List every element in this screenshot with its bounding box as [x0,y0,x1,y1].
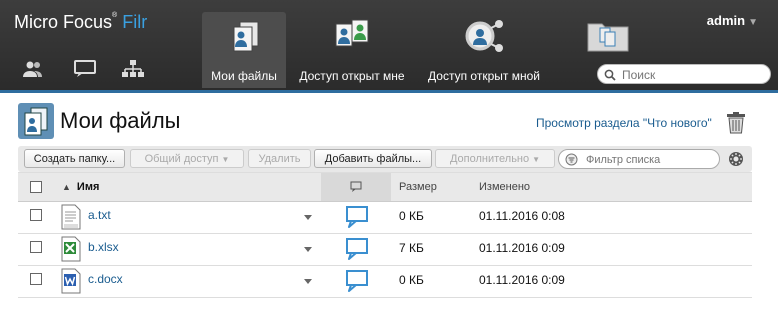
my-files-icon [233,21,259,52]
txt-file-icon [61,204,81,233]
row-checkbox[interactable] [30,241,42,253]
column-header-size[interactable]: Размер [399,173,437,201]
table-row[interactable]: a.txt 0 КБ 01.11.2016 0:08 [18,201,752,234]
comment-icon [350,181,362,192]
tab-shared-by-me[interactable]: Доступ открыт мной [420,12,548,88]
chevron-down-icon: ▼ [221,155,230,164]
top-bar: Micro Focus® Filr Мои файлы Доступ откры… [0,0,778,90]
user-menu[interactable]: admin ▼ [707,13,758,28]
share-button: Общий доступ ▼ [130,149,244,168]
search-icon [604,69,616,81]
search-input[interactable] [620,67,764,83]
whats-new-link[interactable]: Просмотр раздела "Что нового" [536,116,712,130]
chevron-down-icon[interactable] [304,279,312,284]
trash-icon[interactable] [726,112,746,139]
chevron-down-icon: ▼ [748,17,758,28]
file-modified: 01.11.2016 0:09 [479,241,565,255]
user-name: admin [706,13,746,28]
search-box[interactable] [597,64,771,84]
row-checkbox[interactable] [30,273,42,285]
people-icon[interactable] [22,60,44,78]
more-button-label: Дополнительно [449,153,530,165]
share-button-label: Общий доступ [144,153,219,165]
more-button: Дополнительно ▼ [435,149,555,168]
chevron-down-icon[interactable] [304,215,312,220]
comments-icon[interactable] [74,60,96,78]
delete-button: Удалить [248,149,311,168]
chevron-down-icon[interactable] [304,247,312,252]
column-header-comments[interactable] [321,173,391,201]
tab-shared-with-me[interactable]: Доступ открыт мне [292,12,412,88]
gear-icon[interactable] [728,151,744,172]
shared-with-me-icon [335,19,369,47]
file-toolbar: Создать папку... Общий доступ ▼ Удалить Д… [18,146,752,172]
brand-product: Filr [122,12,148,32]
file-name-link[interactable]: a.txt [88,208,111,222]
column-header-modified[interactable]: Изменено [479,173,530,201]
org-chart-icon[interactable] [122,60,144,78]
add-files-button[interactable]: Добавить файлы... [314,149,432,168]
brand-name: Micro Focus [14,12,113,32]
table-row[interactable]: c.docx 0 КБ 01.11.2016 0:09 [18,265,752,298]
row-checkbox[interactable] [30,209,42,221]
brand-logo: Micro Focus® Filr [14,12,147,33]
file-name-link[interactable]: c.docx [88,272,123,286]
filter-input[interactable] [584,153,718,167]
file-name-link[interactable]: b.xlsx [88,240,119,254]
header-divider [0,90,778,93]
page-title: Мои файлы [60,108,181,133]
add-comment-icon[interactable] [346,206,368,231]
tab-my-files[interactable]: Мои файлы [202,12,286,88]
brand-trademark: ® [112,12,118,19]
tab-label: Мои файлы [211,69,277,83]
shared-by-me-icon [465,20,503,52]
file-modified: 01.11.2016 0:08 [479,209,565,223]
select-all-checkbox[interactable] [30,181,42,193]
tab-label: Доступ открыт мне [299,69,405,83]
file-size: 0 КБ [399,273,424,287]
filter-icon [565,153,578,166]
sort-ascending-icon: ▲ [62,182,71,192]
tab-label: Доступ открыт мной [428,69,540,83]
xlsx-file-icon [61,236,81,265]
add-comment-icon[interactable] [346,238,368,263]
docx-file-icon [61,268,81,297]
table-row[interactable]: b.xlsx 7 КБ 01.11.2016 0:09 [18,233,752,266]
net-folders-icon [587,23,629,52]
chevron-down-icon: ▼ [532,155,541,164]
add-comment-icon[interactable] [346,270,368,295]
file-size: 0 КБ [399,209,424,223]
filter-box[interactable] [558,149,720,169]
new-folder-button[interactable]: Создать папку... [24,149,125,168]
table-header: ▲ Имя Размер Изменено [18,172,752,202]
file-modified: 01.11.2016 0:09 [479,273,565,287]
file-size: 7 КБ [399,241,424,255]
column-name-label: Имя [76,181,100,193]
my-files-page-icon [18,103,54,144]
column-header-name[interactable]: ▲ Имя [62,173,99,201]
